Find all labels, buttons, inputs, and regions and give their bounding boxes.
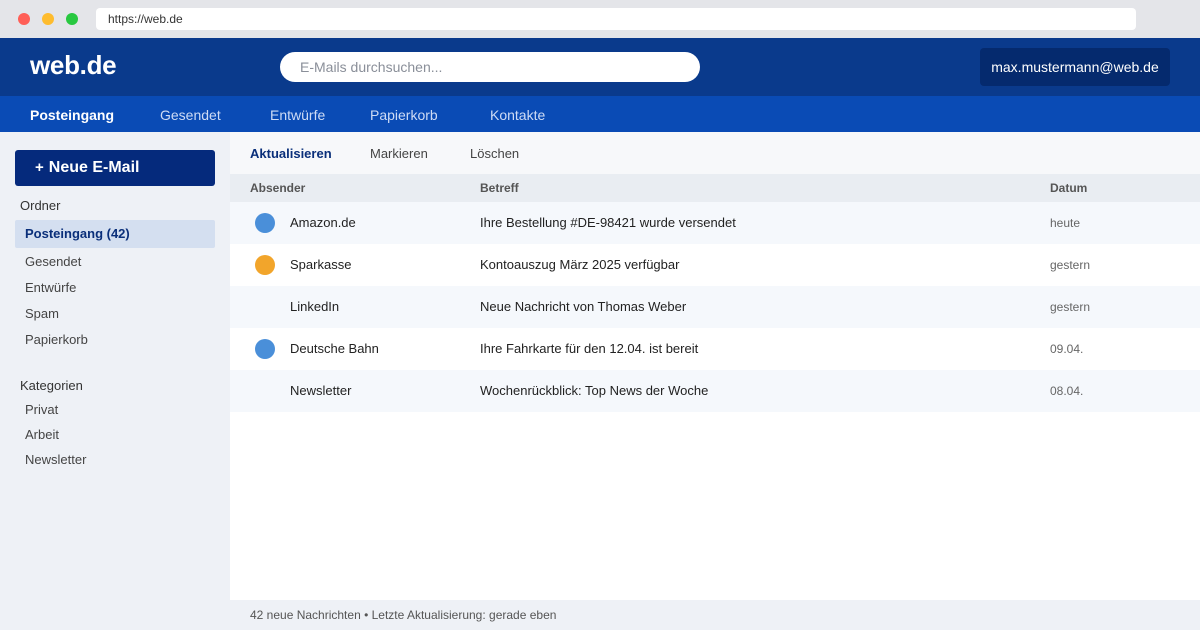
mail-subject: Kontoauszug März 2025 verfügbar [480, 257, 680, 272]
mail-subject: Wochenrückblick: Top News der Woche [480, 383, 709, 398]
mail-list-panel: Aktualisieren Markieren Löschen Absender… [230, 132, 1200, 600]
window-minimize-button[interactable] [42, 13, 54, 25]
mark-button[interactable]: Markieren [370, 132, 428, 174]
mail-row[interactable]: Newsletter Wochenrückblick: Top News der … [230, 370, 1200, 412]
sidebar: + Neue E-Mail Ordner Posteingang (42) Ges… [0, 132, 230, 630]
folder-gesendet[interactable]: Gesendet [15, 248, 215, 276]
delete-button[interactable]: Löschen [470, 132, 519, 174]
plus-icon: + [35, 159, 44, 176]
account-button[interactable]: max.mustermann@web.de [980, 48, 1170, 86]
compose-label: Neue E-Mail [48, 159, 140, 176]
mail-list: Amazon.de Ihre Bestellung #DE-98421 wurde… [230, 202, 1200, 412]
browser-chrome: https://web.de [0, 0, 1200, 38]
mail-sender: Amazon.de [290, 215, 356, 230]
unread-indicator-icon [255, 339, 275, 359]
address-bar[interactable]: https://web.de [96, 8, 1136, 30]
mail-sender: LinkedIn [290, 299, 340, 314]
status-bar: 42 neue Nachrichten • Letzte Aktualisier… [230, 600, 1200, 630]
nav-item-posteingang[interactable]: Posteingang [30, 96, 114, 132]
nav-item-entwuerfe[interactable]: Entwürfe [270, 96, 325, 132]
categories-heading: Kategorien [20, 378, 83, 393]
mail-date: 08.04. [1050, 384, 1084, 398]
mail-sender: Deutsche Bahn [290, 341, 379, 356]
category-arbeit[interactable]: Arbeit [15, 421, 215, 449]
nav-item-kontakte[interactable]: Kontakte [490, 96, 545, 132]
mail-sender: Sparkasse [290, 257, 352, 272]
column-header-sender[interactable]: Absender [250, 174, 305, 202]
mail-row[interactable]: Deutsche Bahn Ihre Fahrkarte für den 12.0… [230, 328, 1200, 370]
logo[interactable]: web.de [30, 50, 117, 81]
toolbar: Aktualisieren Markieren Löschen [230, 132, 1200, 174]
mail-row[interactable]: LinkedIn Neue Nachricht von Thomas Weber g… [230, 286, 1200, 328]
column-header-date[interactable]: Datum [1050, 174, 1087, 202]
mail-sender: Newsletter [290, 383, 352, 398]
mail-subject: Ihre Bestellung #DE-98421 wurde versende… [480, 215, 736, 230]
nav-item-papierkorb[interactable]: Papierkorb [370, 96, 438, 132]
mail-row[interactable]: Sparkasse Kontoauszug März 2025 verfügbar… [230, 244, 1200, 286]
folder-papierkorb[interactable]: Papierkorb [15, 326, 215, 354]
mail-date: 09.04. [1050, 342, 1084, 356]
mail-subject: Ihre Fahrkarte für den 12.04. ist bereit [480, 341, 699, 356]
refresh-button[interactable]: Aktualisieren [250, 132, 332, 174]
unread-indicator-icon [255, 213, 275, 233]
folders-heading: Ordner [20, 198, 61, 213]
search-input[interactable]: E-Mails durchsuchen... [280, 52, 700, 82]
mail-date: heute [1050, 216, 1081, 230]
table-header: Absender Betreff Datum [230, 174, 1200, 202]
unread-indicator-icon [255, 255, 275, 275]
window-maximize-button[interactable] [66, 13, 78, 25]
window-close-button[interactable] [18, 13, 30, 25]
mail-row[interactable]: Amazon.de Ihre Bestellung #DE-98421 wurde… [230, 202, 1200, 244]
folder-entwuerfe[interactable]: Entwürfe [15, 274, 215, 302]
compose-button[interactable]: + Neue E-Mail [15, 150, 215, 186]
folder-spam[interactable]: Spam [15, 300, 215, 328]
mail-date: gestern [1050, 258, 1091, 272]
column-header-subject[interactable]: Betreff [480, 174, 519, 202]
main-nav: Posteingang Gesendet Entwürfe Papierkorb… [0, 96, 1200, 132]
category-newsletter[interactable]: Newsletter [15, 446, 215, 474]
nav-item-gesendet[interactable]: Gesendet [160, 96, 221, 132]
folder-posteingang[interactable]: Posteingang (42) [15, 220, 215, 248]
mail-date: gestern [1050, 300, 1091, 314]
app-header: web.de E-Mails durchsuchen... max.muster… [0, 38, 1200, 96]
mail-subject: Neue Nachricht von Thomas Weber [480, 299, 687, 314]
category-privat[interactable]: Privat [15, 396, 215, 424]
